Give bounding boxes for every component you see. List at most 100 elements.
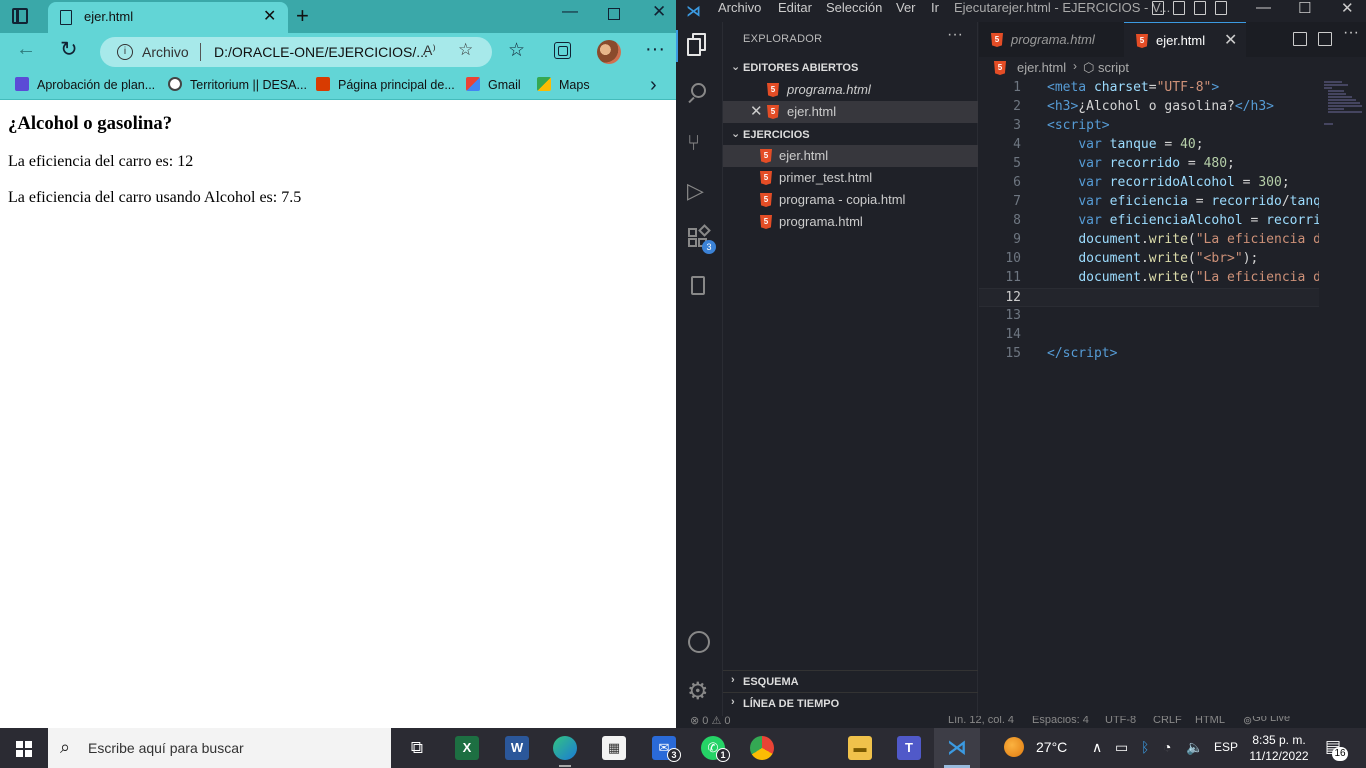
favorites-icon[interactable]: ☆ <box>508 39 525 62</box>
edge-icon[interactable] <box>553 736 577 760</box>
code-line[interactable]: 15 </script> <box>979 345 1319 364</box>
word-icon[interactable]: W <box>505 736 529 760</box>
teams-icon[interactable]: T <box>897 736 921 760</box>
file-explorer-icon[interactable]: ▬ <box>848 736 872 760</box>
chevron-up-icon[interactable]: ∧ <box>1092 739 1102 756</box>
tab-programa[interactable]: 5 programa.html <box>979 22 1124 57</box>
file-tree-item[interactable]: 5 programa - copia.html <box>723 189 978 211</box>
info-icon[interactable]: i <box>117 44 133 60</box>
minimap[interactable] <box>1324 79 1366 139</box>
battery-icon[interactable]: ▭ <box>1115 739 1128 756</box>
close-window-icon[interactable]: ✕ <box>652 2 666 22</box>
code-editor[interactable]: 1 <meta charset="UTF-8"> 2 <h3>¿Alcohol o g… <box>979 79 1319 716</box>
code-line[interactable]: 1 <meta charset="UTF-8"> <box>979 79 1319 98</box>
vscode-icon[interactable]: ⋊ <box>945 736 969 760</box>
favorite-item[interactable]: Gmail <box>466 77 521 92</box>
favorite-item[interactable]: Página principal de... <box>316 77 455 92</box>
more-actions-icon[interactable]: ··· <box>1343 24 1359 59</box>
add-favorite-icon[interactable]: ☆ <box>458 40 473 60</box>
notebook-icon[interactable] <box>687 275 711 299</box>
address-url[interactable]: D:/ORACLE-ONE/EJERCICIOS/... <box>214 44 428 60</box>
open-editor-item[interactable]: 5 programa.html <box>723 79 978 101</box>
clock[interactable]: 8:35 p. m. 11/12/2022 <box>1246 732 1312 764</box>
code-line[interactable]: 10 document.write("<br>"); <box>979 250 1319 269</box>
toggle-secondary-sidebar-icon[interactable] <box>1194 1 1206 15</box>
gear-icon[interactable]: ⚙ <box>687 677 711 705</box>
code-line[interactable]: 3 <script> <box>979 117 1319 136</box>
taskbar-search[interactable]: ⌕ Escribe aquí para buscar <box>48 728 391 768</box>
customize-layout-icon[interactable] <box>1215 1 1227 15</box>
line-ending[interactable]: CRLF <box>1153 716 1182 726</box>
toggle-panel-icon[interactable] <box>1173 1 1185 15</box>
more-options-icon[interactable]: ··· <box>645 38 665 61</box>
task-view-icon[interactable]: ⧉ <box>405 736 429 760</box>
code-line[interactable]: 12 <box>979 288 1319 307</box>
weather-widget[interactable]: 27°C <box>1004 737 1067 757</box>
account-icon[interactable] <box>687 630 711 654</box>
code-line[interactable]: 6 var recorridoAlcohol = 300; <box>979 174 1319 193</box>
volume-icon[interactable]: 🔈 <box>1186 739 1203 756</box>
open-editors-section[interactable]: ⌄ EDITORES ABIERTOS <box>723 57 978 79</box>
wifi-icon[interactable]: ◔ <box>1163 739 1171 755</box>
outline-section[interactable]: › ESQUEMA <box>723 671 978 693</box>
code-line[interactable]: 14 <box>979 326 1319 345</box>
split-editor-icon[interactable] <box>1318 32 1332 46</box>
chevron-right-icon[interactable]: › <box>650 74 657 97</box>
code-line[interactable]: 13 <box>979 307 1319 326</box>
favorite-item[interactable]: Territorium || DESA... <box>168 77 307 92</box>
open-preview-icon[interactable] <box>1293 32 1307 46</box>
read-aloud-icon[interactable]: A⁾ <box>423 42 436 59</box>
menu-ir[interactable]: Ir <box>931 0 939 15</box>
run-debug-icon[interactable]: ▷ <box>687 178 711 203</box>
cursor-position[interactable]: Lín. 12, col. 4 <box>948 716 1014 726</box>
browser-tab-active[interactable]: ejer.html ✕ <box>48 2 288 33</box>
mail-icon[interactable]: ✉ 3 <box>652 736 681 762</box>
windows-start-icon[interactable] <box>16 741 32 757</box>
minimize-icon[interactable]: — <box>1256 0 1271 16</box>
excel-icon[interactable]: X <box>455 736 479 760</box>
menu-ver[interactable]: Ver <box>896 0 916 15</box>
whatsapp-icon[interactable]: ✆ 1 <box>701 736 730 762</box>
reload-icon[interactable]: ↻ <box>60 37 78 62</box>
address-bar[interactable]: i Archivo D:/ORACLE-ONE/EJERCICIOS/... A… <box>100 37 492 67</box>
file-tree-item[interactable]: 5 primer_test.html <box>723 167 978 189</box>
open-editor-item[interactable]: ✕ 5 ejer.html <box>723 101 978 123</box>
profile-avatar[interactable] <box>597 40 621 64</box>
minimize-icon[interactable]: — <box>562 3 578 21</box>
file-tree-item[interactable]: 5 programa.html <box>723 211 978 233</box>
go-live-button[interactable]: ⊚ Go Live <box>1243 716 1290 727</box>
more-actions-icon[interactable]: ··· <box>947 26 963 44</box>
favorite-item[interactable]: Aprobación de plan... <box>15 77 155 92</box>
breadcrumb-symbol[interactable]: ⬡ script <box>1083 60 1129 76</box>
tab-actions-icon[interactable] <box>12 8 28 24</box>
close-tab-icon[interactable]: ✕ <box>1224 30 1237 50</box>
menu-editar[interactable]: Editar <box>778 0 812 15</box>
code-line[interactable]: 4 var tanque = 40; <box>979 136 1319 155</box>
favorite-item[interactable]: Maps <box>537 77 590 92</box>
code-line[interactable]: 9 document.write("La eficiencia del carr… <box>979 231 1319 250</box>
explorer-icon[interactable] <box>687 33 711 57</box>
file-tree-item[interactable]: 5 ejer.html <box>723 145 978 167</box>
tab-ejer[interactable]: 5 ejer.html ✕ <box>1124 22 1246 57</box>
menu-archivo[interactable]: Archivo <box>718 0 761 15</box>
store-icon[interactable]: ▦ <box>602 736 626 760</box>
source-control-icon[interactable]: ⑂ <box>687 130 711 155</box>
code-line[interactable]: 8 var eficienciaAlcohol = recorridoAlcoh… <box>979 212 1319 231</box>
code-line[interactable]: 11 document.write("La eficiencia del car… <box>979 269 1319 288</box>
code-line[interactable]: 2 <h3>¿Alcohol o gasolina?</h3> <box>979 98 1319 117</box>
toggle-sidebar-icon[interactable] <box>1152 1 1164 15</box>
timeline-section[interactable]: › LÍNEA DE TIEMPO <box>723 693 978 715</box>
folder-section[interactable]: ⌄ EJERCICIOS <box>723 124 978 146</box>
close-window-icon[interactable]: ✕ <box>1341 0 1354 17</box>
maximize-icon[interactable]: ☐ <box>1298 0 1311 17</box>
close-editor-icon[interactable]: ✕ <box>750 102 763 120</box>
code-line[interactable]: 5 var recorrido = 480; <box>979 155 1319 174</box>
chrome-icon[interactable] <box>750 736 774 760</box>
breadcrumb-file[interactable]: ejer.html <box>1017 60 1066 75</box>
encoding[interactable]: UTF-8 <box>1105 716 1136 726</box>
bluetooth-icon[interactable]: ᛒ <box>1141 739 1149 755</box>
back-arrow-icon[interactable]: ← <box>16 38 36 61</box>
problems-indicator[interactable]: ⊗ 0 ⚠ 0 <box>690 716 730 727</box>
new-tab-icon[interactable]: + <box>296 3 309 29</box>
language-indicator[interactable]: ESP <box>1214 740 1238 754</box>
